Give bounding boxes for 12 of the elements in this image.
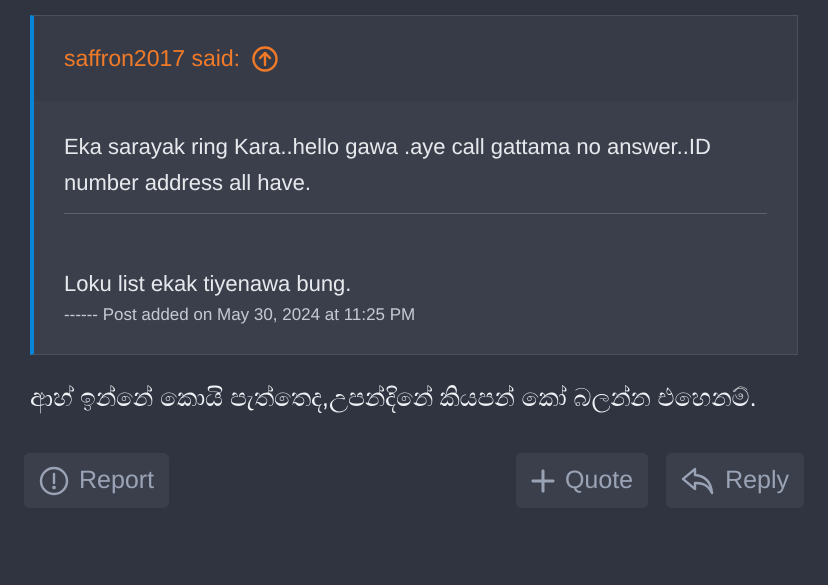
quote-author: saffron2017 said: (64, 44, 240, 74)
exclamation-circle-icon (39, 466, 69, 496)
quote-text: Eka sarayak ring Kara..hello gawa .aye call gattama no answer..ID number address all have. (64, 133, 712, 197)
reply-arrow-icon (681, 466, 716, 496)
reply-button[interactable]: Reply (666, 453, 804, 508)
report-button[interactable]: Report (24, 453, 170, 508)
quote-text: Loku list ekak tiyenawa bung. (64, 270, 352, 298)
post-added-note: ------ Post added on May 30, 2024 at 11:25 PM (64, 304, 416, 326)
plus-icon (530, 468, 555, 492)
post-text: ආහ් ඉන්නේ කොයි පැත්තෙද,උපන්දිනේ කියපන් කෝ බලන්න එහෙනම්. (30, 383, 758, 416)
quote-button[interactable]: Quote (516, 453, 648, 508)
arrow-up-circle-icon[interactable] (252, 46, 278, 72)
